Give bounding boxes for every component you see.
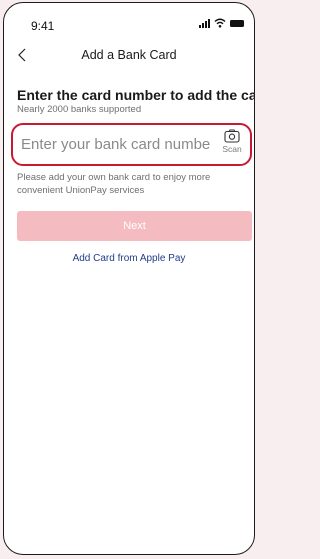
- scan-label: Scan: [222, 144, 242, 154]
- nav-bar: Add a Bank Card: [4, 43, 254, 69]
- add-from-apple-pay-link[interactable]: Add Card from Apple Pay: [4, 253, 254, 264]
- hint-text: Please add your own bank card to enjoy m…: [17, 172, 211, 196]
- next-button[interactable]: Next: [17, 211, 252, 241]
- wifi-icon: [214, 18, 226, 28]
- status-bar: 9:41: [4, 3, 254, 43]
- status-icons: [199, 18, 244, 28]
- scan-button[interactable]: Scan: [218, 129, 246, 161]
- main-heading: Enter the card number to add the card: [17, 87, 255, 103]
- phone-frame: 9:41 Add a Bank Card Enter the card numb…: [3, 2, 255, 555]
- page-title: Add a Bank Card: [81, 48, 177, 62]
- battery-icon: [230, 19, 244, 27]
- card-number-input[interactable]: [21, 133, 211, 155]
- camera-icon: [224, 129, 240, 143]
- card-number-field: Scan: [11, 123, 252, 166]
- subheading: Nearly 2000 banks supported: [17, 104, 142, 115]
- signal-icon: [199, 18, 210, 28]
- status-time: 9:41: [31, 19, 55, 33]
